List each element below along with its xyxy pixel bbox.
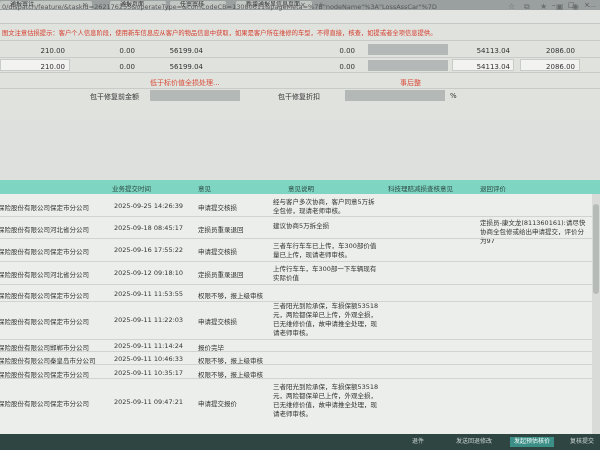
table-row-note: 三者阳光到险承保，车损保额53518 元，两险都保单已上传，外观全损， 已无维修价值… (273, 302, 379, 337)
row-divider (0, 339, 600, 340)
divider (0, 88, 600, 89)
total-loss-link[interactable]: 低于标价值全损处理... (150, 78, 220, 88)
summary-value: 56199.04 (169, 47, 203, 55)
favorites-icon[interactable]: ★ (540, 2, 547, 12)
extensions-icon[interactable]: ⧉ (524, 2, 530, 12)
address-bar[interactable] (0, 10, 600, 24)
table-row-org: 保险股份有限公司保定市分公司 (0, 292, 89, 300)
summary-value: 210.00 (40, 47, 66, 55)
summary-value: 0.00 (339, 63, 355, 71)
table-row-org: 保险股份有限公司保定市分公司 (0, 400, 89, 408)
column-header: 退回评价 (480, 185, 506, 193)
row-divider (0, 261, 600, 262)
summary-value: 2086.00 (546, 47, 575, 55)
summary-field (368, 60, 448, 71)
summary-value: 0.00 (119, 47, 135, 55)
table-row-note: 经与客户多次协商，客户同意5万拆 全包修，现请老师审核。 (273, 198, 375, 215)
divider (0, 72, 600, 73)
review-submit-button[interactable]: 复核提交 (566, 437, 598, 447)
repair-discount-field[interactable] (345, 90, 445, 101)
repair-discount-label: 包干修复折扣 (278, 93, 320, 101)
table-row-time: 2025-09-25 14:26:39 (114, 202, 184, 210)
table-row-note: 建议协商5万拆全损 (273, 222, 330, 230)
row-divider (0, 364, 600, 365)
table-row-org: 保险股份有限公司河北省分公司 (0, 271, 89, 279)
summary-value: 2086.00 (546, 63, 575, 71)
summary-value: 0.00 (119, 63, 135, 71)
warning-text: 图文注意估损提示：客户个人信息阶段，使用新车信息应从客户的物品信息中获取，如果是… (2, 30, 437, 37)
table-row-note: 上传行车车，车300部一下车辆现有 实际价值 (273, 265, 377, 282)
collections-icon[interactable]: ▣ (556, 2, 564, 12)
summary-value: 210.00 (40, 63, 66, 71)
column-header: 科技理赔减损查核意见 (388, 185, 453, 193)
table-row-time: 2025-09-11 11:53:55 (114, 290, 184, 298)
row-divider (0, 216, 600, 217)
table-row-time: 2025-09-18 08:45:17 (114, 224, 184, 232)
send-back-button[interactable]: 发送回退修改 (452, 437, 496, 447)
summary-value: 56199.04 (169, 63, 203, 71)
row-divider (0, 238, 600, 239)
column-header: 业务提交时间 (112, 185, 151, 193)
return-button[interactable]: 退件 (408, 437, 428, 447)
summary-value: 0.00 (339, 47, 355, 55)
summary-value: 54113.04 (476, 63, 510, 71)
minimize-icon[interactable]: – (552, 1, 556, 9)
table-row-opinion: 申请提交报价 (198, 400, 237, 408)
table-row-org: 保险股份有限公司保定市分公司 (0, 248, 89, 256)
estimate-price-button[interactable]: 发起预估核价 (510, 437, 555, 447)
table-row-time: 2025-09-11 11:22:03 (114, 316, 184, 324)
table-row-time: 2025-09-16 17:55:22 (114, 246, 184, 254)
more-icon[interactable]: ⋯ (588, 2, 596, 12)
star-icon[interactable]: ☆ (508, 2, 515, 12)
percent-sign: % (450, 92, 457, 100)
after-adjust-link[interactable]: 事后整 (400, 78, 421, 88)
table-row-time: 2025-09-11 11:14:24 (114, 342, 184, 350)
table-row-org: 保险股份有限公司保定市分公司 (0, 318, 89, 326)
divider (0, 57, 600, 58)
table-row-opinion: 定损员重录退回 (198, 271, 244, 279)
repair-amount-field[interactable] (150, 90, 240, 101)
table-row-time: 2025-09-11 09:47:21 (114, 398, 184, 406)
summary-value: 54113.04 (476, 47, 510, 55)
table-row-time: 2025-09-12 09:18:10 (114, 269, 184, 277)
table-row-time: 2025-09-11 10:35:17 (114, 369, 184, 377)
table-row-org: 保险股份有限公司保定市分公司 (0, 204, 89, 212)
table-row-note: 三者车行车车已上传，车300部价值 量已上传，现请老师审核。 (273, 242, 377, 259)
row-divider (0, 351, 600, 352)
table-row-opinion: 申请提交核损 (198, 204, 237, 212)
table-row-opinion: 申请提交核损 (198, 318, 237, 326)
address-url[interactable]: 0/dispatch/feature/&taskId=262176255&ope… (2, 3, 437, 11)
column-header: 意见说明 (288, 185, 314, 193)
table-row-opinion: 定损员重录退回 (198, 226, 244, 234)
table-row-opinion: 申请提交核损 (198, 248, 237, 256)
table-row-review: 定损员-康文龙(811360161):请尽快协商全包修或给出申请提交，评价分为9… (480, 219, 586, 245)
table-row-opinion: 权限不够，报上级审核 (198, 292, 263, 300)
row-divider (0, 284, 600, 285)
summary-field (368, 44, 448, 55)
table-row-time: 2025-09-11 10:46:33 (114, 355, 184, 363)
column-header: 意见 (198, 185, 211, 193)
scrollbar-thumb[interactable] (593, 204, 599, 294)
table-row-org: 保险股份有限公司河北省分公司 (0, 226, 89, 234)
table-row-note: 三者阳光到险承保，车损保额53518 元，两险都保单已上传，外观全损， 已无维修价值… (273, 383, 379, 418)
row-divider (0, 378, 600, 379)
section-gap (0, 120, 600, 180)
repair-amount-label: 包干修复前金额 (90, 93, 139, 101)
divider (0, 40, 600, 41)
profile-icon[interactable]: ◉ (572, 2, 579, 12)
